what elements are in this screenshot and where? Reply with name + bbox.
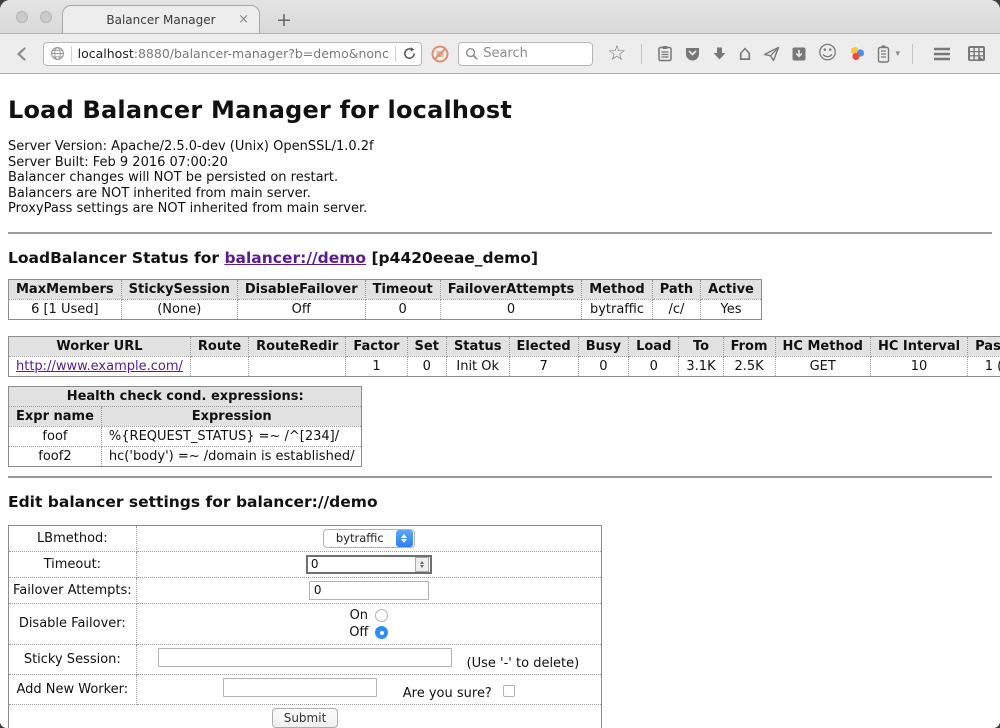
globe-icon (50, 46, 65, 61)
edit-balancer-heading: Edit balancer settings for balancer://de… (8, 493, 1000, 511)
disable-failover-row: Disable Failover: On Off (9, 603, 602, 644)
sticky-session-input[interactable] (158, 648, 452, 667)
failover-attempts-input[interactable]: 0 (309, 581, 429, 600)
toolbar-right-group (908, 44, 986, 64)
edit-balancer-form: LBmethod: bytraffic Timeout: 0 (8, 525, 602, 728)
url-divider2 (395, 46, 396, 62)
add-worker-row: Add New Worker: Are you sure? (9, 674, 602, 704)
table-row: foof %{REQUEST_STATUS} =~ /^[234]/ (9, 426, 362, 446)
grid-extension-icon[interactable] (967, 45, 986, 62)
select-stepper-icon (396, 530, 413, 547)
sticky-session-row: Sticky Session: (Use '-' to delete) (9, 644, 602, 674)
balancer-status-table: MaxMembers StickySession DisableFailover… (8, 279, 762, 320)
health-header-row: Expr name Expression (9, 406, 362, 426)
close-window-button[interactable] (16, 11, 28, 23)
failover-on-radio[interactable] (375, 609, 388, 622)
url-text: localhost:8880/balancer-manager?b=demo&n… (78, 46, 390, 61)
lbmethod-select[interactable]: bytraffic (323, 529, 415, 548)
are-you-sure-checkbox[interactable] (503, 685, 515, 697)
table-header-row: MaxMembers StickySession DisableFailover… (9, 279, 762, 299)
send-tab-icon[interactable] (763, 46, 780, 62)
browser-window: Balancer Manager × + localhost:8880/bala… (0, 0, 1000, 728)
server-built: Server Built: Feb 9 2016 07:00:20 (8, 155, 1000, 171)
add-worker-label: Add New Worker: (9, 674, 137, 704)
off-label: Off (349, 624, 368, 641)
page-content: Load Balancer Manager for localhost Serv… (0, 74, 1000, 728)
colors-extension-icon[interactable] (848, 45, 866, 62)
sticky-session-hint: (Use '-' to delete) (467, 656, 580, 671)
menu-hamburger-icon[interactable] (933, 47, 951, 61)
chevron-down-icon[interactable]: ▾ (895, 49, 900, 59)
failover-off-radio[interactable] (375, 626, 388, 639)
section-divider (8, 232, 992, 234)
search-icon (465, 47, 478, 60)
url-bar[interactable]: localhost:8880/balancer-manager?b=demo&n… (43, 42, 423, 66)
pocket-icon[interactable] (684, 46, 701, 62)
save-page-icon[interactable] (791, 46, 807, 62)
search-placeholder: Search (483, 46, 528, 61)
reload-icon[interactable] (402, 46, 417, 61)
timeout-row: Timeout: 0 (9, 551, 602, 577)
lbmethod-label: LBmethod: (9, 525, 137, 551)
timeout-label: Timeout: (9, 551, 137, 577)
downloads-icon[interactable] (712, 46, 727, 62)
tab-balancer-manager[interactable]: Balancer Manager × (62, 5, 260, 33)
balancer-demo-link[interactable]: balancer://demo (224, 249, 366, 267)
tab-title: Balancer Manager (106, 13, 215, 27)
url-divider (71, 46, 72, 62)
back-arrow-icon (14, 46, 30, 62)
disable-failover-label: Disable Failover: (9, 603, 137, 644)
number-spinner-icon[interactable] (415, 557, 429, 572)
plugin-blocked-icon[interactable] (430, 44, 450, 64)
back-button[interactable] (10, 41, 35, 67)
bookmark-star-icon[interactable]: ☆ (607, 43, 626, 64)
add-worker-input[interactable] (223, 678, 377, 697)
navigation-toolbar: localhost:8880/balancer-manager?b=demo&n… (0, 34, 1000, 74)
home-icon[interactable]: ⌂ (738, 43, 751, 64)
lbmethod-row: LBmethod: bytraffic (9, 525, 602, 551)
worker-table: Worker URL Route RouteRedir Factor Set S… (8, 336, 1000, 377)
toolbar-icons: ☆ ⌂ ☺ ▾ (607, 43, 900, 64)
table-row: foof2 hc('body') =~ /domain is establish… (9, 446, 362, 466)
table-header-row: Worker URL Route RouteRedir Factor Set S… (9, 336, 1000, 356)
tab-bar: Balancer Manager × + (0, 0, 1000, 34)
close-tab-icon[interactable]: × (238, 12, 249, 27)
on-label: On (350, 607, 368, 624)
sticky-session-label: Sticky Session: (9, 644, 137, 674)
new-tab-button[interactable]: + (276, 11, 292, 30)
are-you-sure-label: Are you sure? (403, 686, 492, 701)
health-check-table: Health check cond. expressions: Expr nam… (8, 386, 362, 467)
note-persist: Balancer changes will NOT be persisted o… (8, 170, 1000, 186)
note-proxypass: ProxyPass settings are NOT inherited fro… (8, 201, 1000, 217)
reading-list-icon[interactable] (657, 45, 673, 62)
worker-url-link[interactable]: http://www.example.com/ (16, 359, 183, 374)
timeout-input[interactable]: 0 (306, 555, 432, 574)
search-bar[interactable]: Search (458, 42, 593, 66)
note-inherit: Balancers are NOT inherited from main se… (8, 186, 1000, 202)
server-info: Server Version: Apache/2.5.0-dev (Unix) … (8, 139, 1000, 217)
submit-button[interactable]: Submit (272, 708, 339, 728)
health-title-row: Health check cond. expressions: (9, 386, 362, 406)
page-title: Load Balancer Manager for localhost (8, 96, 1000, 124)
failover-attempts-label: Failover Attempts: (9, 577, 137, 603)
toolbar-separator (641, 44, 642, 64)
toolbar-separator2 (912, 44, 913, 64)
section-divider2 (8, 476, 992, 478)
failover-attempts-row: Failover Attempts: 0 (9, 577, 602, 603)
server-version: Server Version: Apache/2.5.0-dev (Unix) … (8, 139, 1000, 155)
minimize-window-button[interactable] (40, 11, 52, 23)
submit-row: Submit (9, 704, 602, 728)
table-row: http://www.example.com/ 1 0 Init Ok 7 0 … (9, 356, 1000, 376)
battery-status-icon[interactable] (877, 45, 890, 63)
loadbalancer-status-heading: LoadBalancer Status for balancer://demo … (8, 249, 1000, 267)
table-row: 6 [1 Used] (None) Off 0 0 bytraffic /c/ … (9, 299, 762, 319)
chat-smiley-icon[interactable]: ☺ (818, 44, 838, 63)
